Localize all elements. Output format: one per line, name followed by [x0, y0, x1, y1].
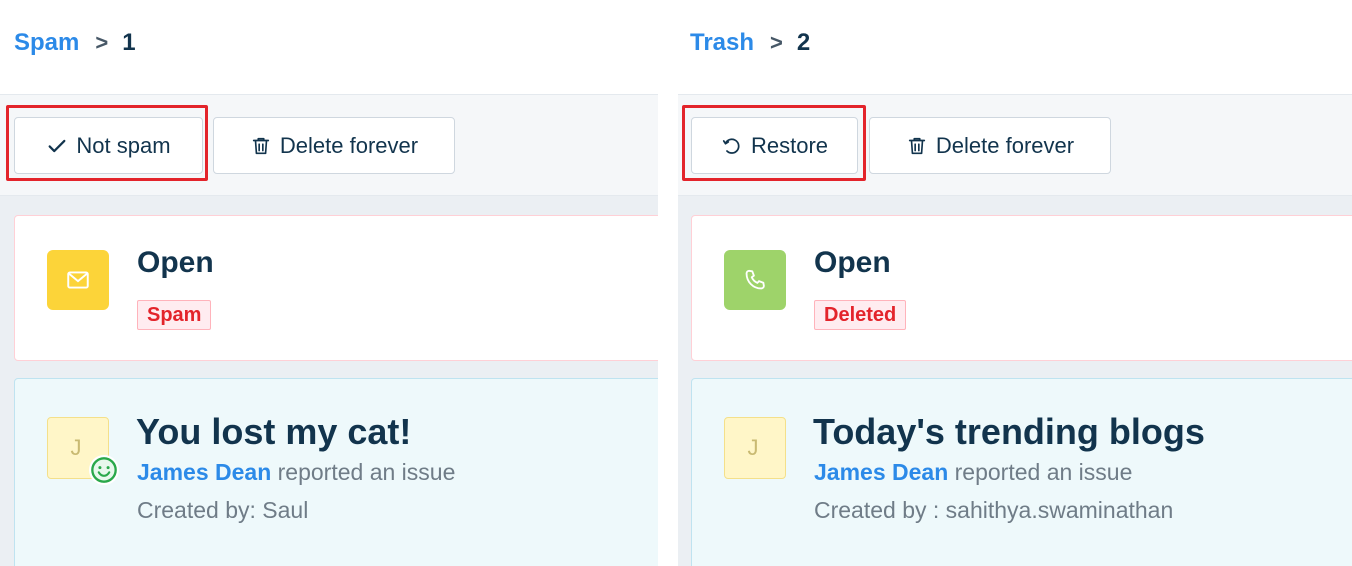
restore-button[interactable]: Restore	[691, 117, 858, 174]
status-title: Open	[814, 246, 891, 279]
reporter-action: reported an issue	[271, 459, 456, 485]
status-badge: Spam	[137, 300, 212, 330]
breadcrumb-separator: >	[770, 30, 783, 55]
breadcrumb: Spam > 1	[14, 26, 136, 60]
toolbar: Not spam Delete forever	[0, 94, 658, 196]
check-icon	[48, 139, 66, 152]
delete-forever-button[interactable]: Delete forever	[213, 117, 455, 174]
status-card[interactable]: Open Deleted	[691, 215, 1352, 361]
breadcrumb-folder-link[interactable]: Trash	[690, 29, 754, 57]
breadcrumb: Trash > 2	[690, 26, 810, 60]
ticket-subject[interactable]: You lost my cat!	[136, 411, 411, 453]
trash-panel: Trash > 2 Restore Delete forever Open De…	[678, 0, 1352, 566]
delete-forever-label: Delete forever	[279, 132, 419, 158]
restore-label: Restore	[750, 132, 829, 158]
reporter-name[interactable]: James Dean	[137, 459, 271, 485]
ticket-card[interactable]: J You lost my cat! James Dean reported a…	[14, 378, 658, 566]
avatar: J	[724, 417, 786, 479]
not-spam-button[interactable]: Not spam	[14, 117, 203, 174]
status-title: Open	[137, 246, 214, 279]
trash-icon	[252, 137, 270, 154]
delete-forever-label: Delete forever	[935, 132, 1075, 158]
ticket-reporter-line: James Dean reported an issue	[137, 459, 455, 486]
breadcrumb-current: 1	[122, 29, 136, 56]
envelope-icon	[47, 250, 109, 310]
delete-forever-button[interactable]: Delete forever	[869, 117, 1111, 174]
reporter-name[interactable]: James Dean	[814, 459, 948, 485]
smile-icon	[89, 455, 119, 485]
status-card[interactable]: Open Spam	[14, 215, 658, 361]
ticket-card[interactable]: J Today's trending blogs James Dean repo…	[691, 378, 1352, 566]
reporter-action: reported an issue	[948, 459, 1133, 485]
trash-icon	[908, 137, 926, 154]
not-spam-label: Not spam	[76, 132, 171, 158]
breadcrumb-folder-link[interactable]: Spam	[14, 29, 79, 57]
restore-icon	[722, 137, 740, 154]
toolbar: Restore Delete forever	[678, 94, 1352, 196]
ticket-created-by: Created by: Saul	[137, 497, 309, 523]
breadcrumb-current: 2	[796, 29, 811, 56]
phone-icon	[724, 250, 786, 310]
ticket-subject[interactable]: Today's trending blogs	[813, 411, 1205, 453]
ticket-reporter-line: James Dean reported an issue	[814, 459, 1132, 486]
ticket-created-by: Created by : sahithya.swaminathan	[814, 497, 1174, 523]
spam-panel: Spam > 1 Not spam Delete forever Open Sp…	[0, 0, 658, 566]
status-badge: Deleted	[814, 300, 907, 330]
breadcrumb-separator: >	[95, 30, 109, 55]
